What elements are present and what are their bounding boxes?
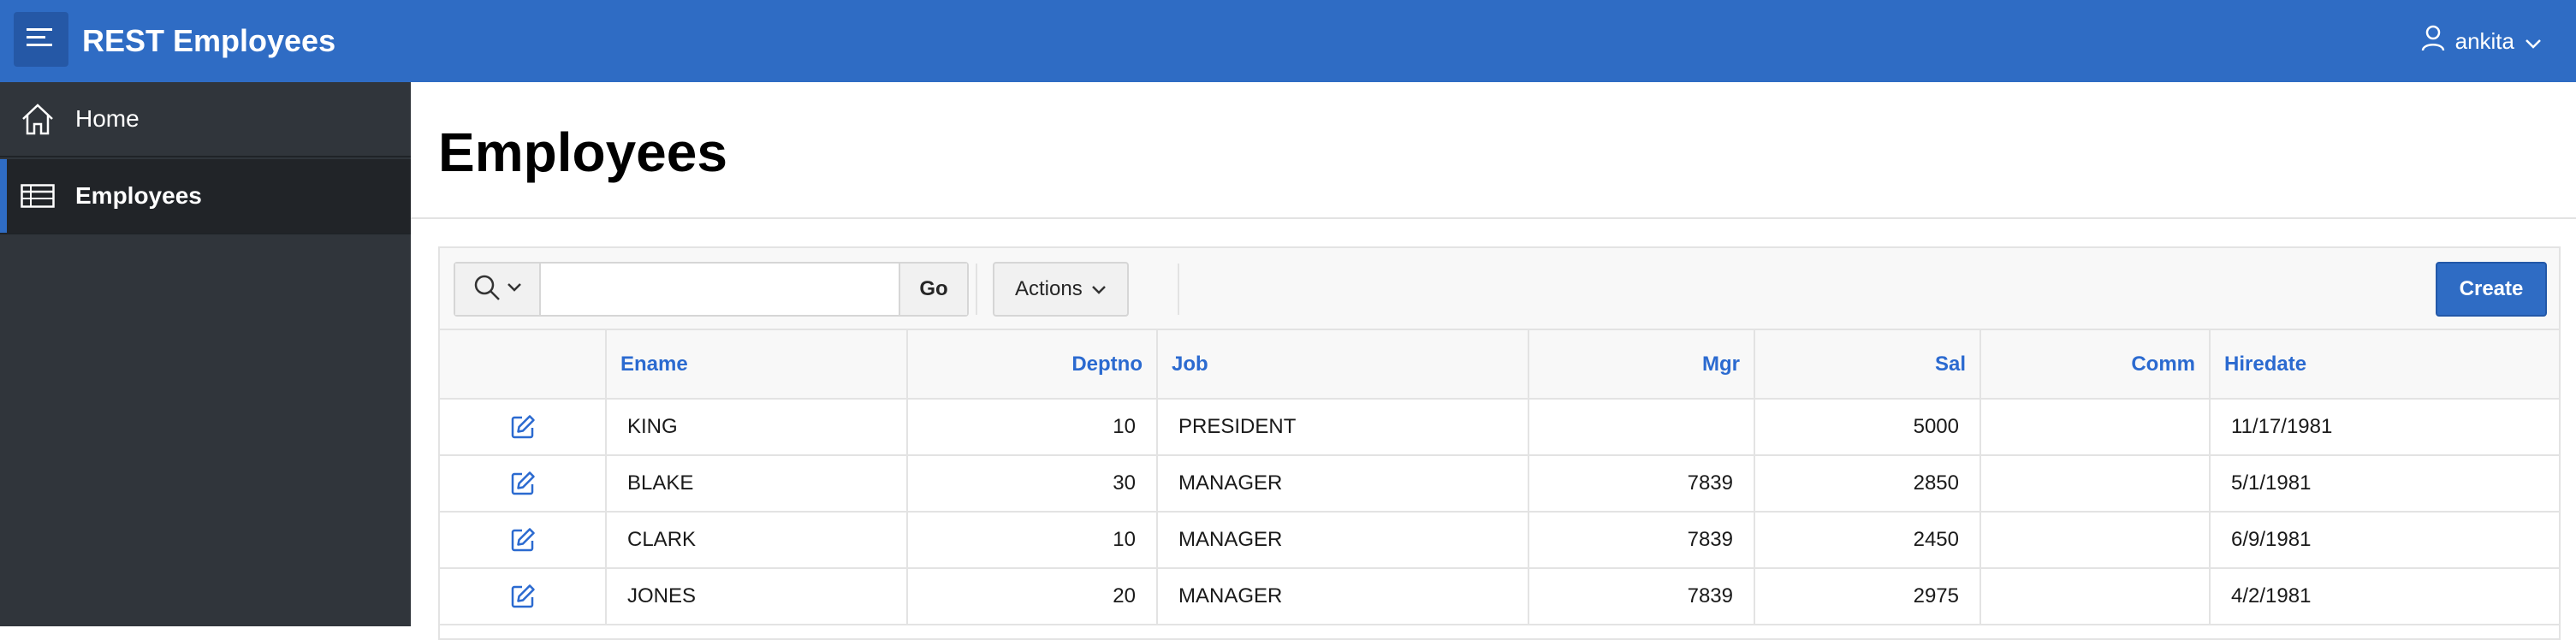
user-icon bbox=[2421, 25, 2445, 58]
deptno-cell: 10 bbox=[907, 399, 1158, 456]
mgr-cell bbox=[1528, 399, 1755, 456]
mgr-cell: 7839 bbox=[1528, 512, 1755, 569]
mgr-cell: 7839 bbox=[1528, 455, 1755, 513]
main-content: Employees Go Actions Create Ename Deptno… bbox=[411, 82, 2576, 640]
user-menu[interactable]: ankita bbox=[2421, 22, 2542, 60]
hiredate-cell: 4/2/1981 bbox=[2210, 568, 2559, 625]
report-toolbar: Go Actions Create bbox=[440, 248, 2559, 330]
job-cell: MANAGER bbox=[1157, 512, 1529, 569]
edit-icon[interactable] bbox=[510, 584, 536, 609]
chevron-down-icon bbox=[507, 281, 522, 297]
page-title: Employees bbox=[438, 121, 727, 183]
sidebar: Home Employees bbox=[0, 82, 411, 626]
chevron-down-icon bbox=[1091, 277, 1107, 301]
sidebar-item-employees[interactable]: Employees bbox=[0, 159, 411, 234]
edit-cell bbox=[440, 455, 607, 513]
sidebar-item-label: Employees bbox=[75, 182, 202, 209]
edit-icon[interactable] bbox=[510, 414, 536, 440]
edit-icon[interactable] bbox=[510, 527, 536, 553]
sal-cell: 5000 bbox=[1754, 399, 1981, 456]
hamburger-icon bbox=[27, 27, 56, 53]
search-group: Go bbox=[454, 262, 969, 317]
chevron-down-icon bbox=[2525, 28, 2542, 55]
table-header-row: Ename Deptno Job Mgr Sal Comm Hiredate bbox=[440, 330, 2559, 400]
table-icon bbox=[19, 177, 56, 215]
search-column-selector[interactable] bbox=[455, 264, 541, 315]
create-button[interactable]: Create bbox=[2436, 262, 2547, 317]
home-icon bbox=[19, 100, 56, 138]
sal-cell: 2450 bbox=[1754, 512, 1981, 569]
column-header-comm[interactable]: Comm bbox=[1980, 330, 2211, 400]
interactive-report: Go Actions Create Ename Deptno Job Mgr S… bbox=[438, 246, 2561, 640]
column-header-mgr[interactable]: Mgr bbox=[1528, 330, 1755, 400]
go-button[interactable]: Go bbox=[899, 264, 967, 315]
hiredate-cell: 5/1/1981 bbox=[2210, 455, 2559, 513]
search-input[interactable] bbox=[541, 264, 899, 315]
mgr-cell: 7839 bbox=[1528, 568, 1755, 625]
ename-cell: KING bbox=[606, 399, 908, 456]
column-header-job[interactable]: Job bbox=[1157, 330, 1529, 400]
actions-label: Actions bbox=[1015, 277, 1083, 300]
job-cell: PRESIDENT bbox=[1157, 399, 1529, 456]
sidebar-item-label: Home bbox=[75, 105, 139, 132]
column-header-sal[interactable]: Sal bbox=[1754, 330, 1981, 400]
comm-cell bbox=[1980, 455, 2211, 513]
column-header-edit bbox=[440, 330, 607, 400]
edit-icon[interactable] bbox=[510, 471, 536, 496]
toolbar-divider bbox=[1178, 264, 1179, 315]
column-header-hiredate[interactable]: Hiredate bbox=[2210, 330, 2559, 400]
actions-menu-button[interactable]: Actions bbox=[993, 262, 1129, 317]
sal-cell: 2850 bbox=[1754, 455, 1981, 513]
app-title[interactable]: REST Employees bbox=[82, 21, 335, 62]
deptno-cell: 30 bbox=[907, 455, 1158, 513]
sidebar-item-home[interactable]: Home bbox=[0, 82, 411, 157]
top-header: REST Employees ankita bbox=[0, 0, 2576, 82]
comm-cell bbox=[1980, 512, 2211, 569]
toolbar-divider bbox=[976, 264, 977, 315]
user-name: ankita bbox=[2454, 27, 2514, 54]
job-cell: MANAGER bbox=[1157, 455, 1529, 513]
hiredate-cell: 6/9/1981 bbox=[2210, 512, 2559, 569]
column-header-deptno[interactable]: Deptno bbox=[907, 330, 1158, 400]
sal-cell: 2975 bbox=[1754, 568, 1981, 625]
navigation-menu-button[interactable] bbox=[14, 12, 68, 67]
edit-cell bbox=[440, 568, 607, 625]
ename-cell: JONES bbox=[606, 568, 908, 625]
edit-cell bbox=[440, 512, 607, 569]
edit-cell bbox=[440, 399, 607, 456]
employees-table: Ename Deptno Job Mgr Sal Comm Hiredate K… bbox=[440, 330, 2559, 625]
table-row: BLAKE 30 MANAGER 7839 2850 5/1/1981 bbox=[440, 455, 2559, 513]
ename-cell: CLARK bbox=[606, 512, 908, 569]
comm-cell bbox=[1980, 568, 2211, 625]
ename-cell: BLAKE bbox=[606, 455, 908, 513]
deptno-cell: 20 bbox=[907, 568, 1158, 625]
table-row: KING 10 PRESIDENT 5000 11/17/1981 bbox=[440, 399, 2559, 456]
title-region: Employees bbox=[411, 82, 2576, 219]
table-row: CLARK 10 MANAGER 7839 2450 6/9/1981 bbox=[440, 512, 2559, 569]
job-cell: MANAGER bbox=[1157, 568, 1529, 625]
deptno-cell: 10 bbox=[907, 512, 1158, 569]
column-header-ename[interactable]: Ename bbox=[606, 330, 908, 400]
table-row: JONES 20 MANAGER 7839 2975 4/2/1981 bbox=[440, 568, 2559, 625]
comm-cell bbox=[1980, 399, 2211, 456]
hiredate-cell: 11/17/1981 bbox=[2210, 399, 2559, 456]
search-icon bbox=[472, 273, 502, 306]
